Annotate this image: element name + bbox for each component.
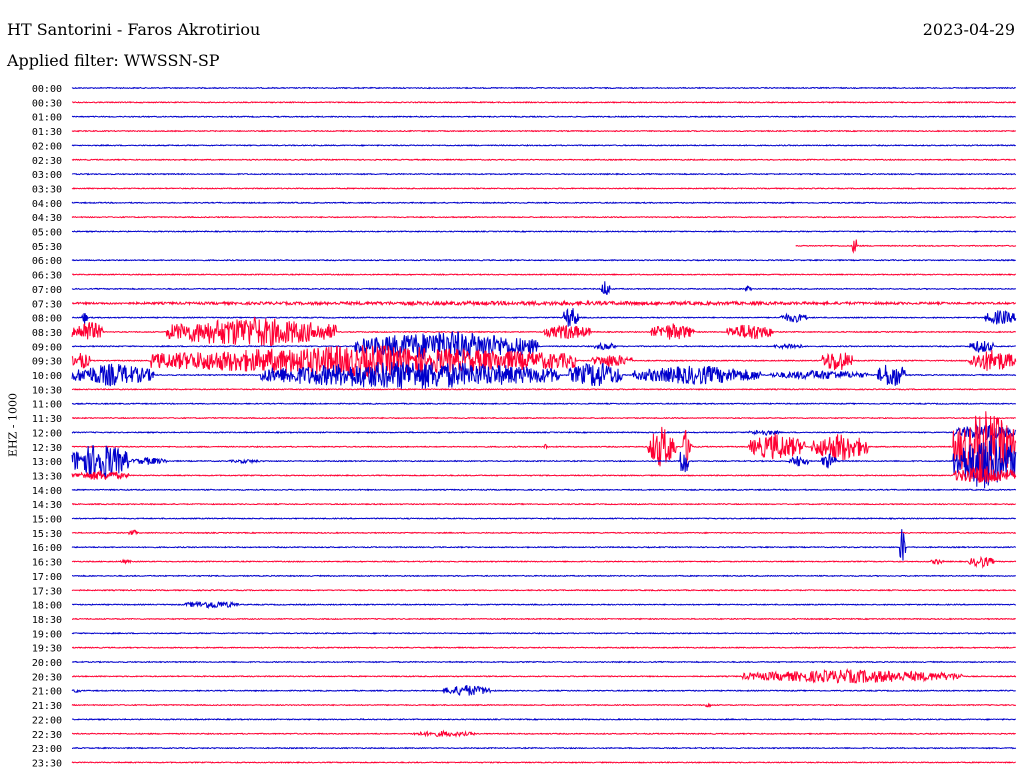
seismic-trace-row (71, 646, 1016, 650)
seismic-trace-row (71, 230, 1017, 233)
time-label: 16:30 (32, 558, 62, 569)
seismic-trace-row (71, 143, 1016, 147)
seismic-trace-row (71, 435, 1017, 489)
time-label: 02:00 (32, 141, 62, 152)
seismic-trace-row (71, 631, 1017, 635)
seismic-trace-row (71, 316, 1017, 347)
time-label: 16:00 (32, 543, 62, 554)
time-label: 01:00 (32, 113, 62, 124)
seismic-trace-row (71, 258, 1016, 262)
seismic-trace-row (71, 466, 1017, 483)
time-label: 22:00 (32, 715, 62, 726)
time-label: 20:00 (32, 658, 62, 669)
seismic-trace-row (71, 529, 1017, 536)
time-label: 19:30 (32, 644, 62, 655)
time-label: 18:30 (32, 615, 62, 626)
seismic-trace-row (71, 416, 1016, 420)
seismic-trace-row (71, 717, 1016, 721)
time-label: 01:30 (32, 127, 62, 138)
seismic-trace-row (71, 215, 1016, 219)
time-label: 14:00 (32, 486, 62, 497)
time-label: 10:30 (32, 385, 62, 396)
time-label: 11:00 (32, 400, 62, 411)
seismic-trace-row (71, 402, 1017, 406)
seismic-trace-row (71, 201, 1017, 205)
time-label: 02:30 (32, 156, 62, 167)
seismic-trace-row (71, 729, 1016, 738)
time-label: 03:30 (32, 184, 62, 195)
time-label: 21:00 (32, 687, 62, 698)
seismic-trace-row (71, 187, 1017, 190)
seismic-trace-row (71, 660, 1017, 664)
time-label: 08:30 (32, 328, 62, 339)
time-label: 13:00 (32, 457, 62, 468)
time-label: 05:00 (32, 228, 62, 239)
time-label: 09:00 (32, 342, 62, 353)
seismic-trace-row (71, 115, 1016, 119)
seismic-trace-row (71, 702, 1017, 708)
time-label: 07:00 (32, 285, 62, 296)
time-label: 06:30 (32, 271, 62, 282)
time-label: 05:30 (32, 242, 62, 253)
seismic-trace-row (71, 172, 1016, 176)
seismic-trace-row (71, 273, 1016, 276)
time-labels: 00:00 00:30 01:00 01:30 02:00 02:30 03:00 03:30… (32, 84, 62, 769)
time-label: 15:00 (32, 515, 62, 526)
time-label: 04:30 (32, 213, 62, 224)
seismic-trace-row (795, 239, 1017, 254)
time-label: 08:00 (32, 314, 62, 325)
seismic-trace-row (71, 308, 1017, 327)
time-label: 00:00 (32, 84, 62, 95)
seismic-trace-row (71, 86, 1016, 90)
seismic-trace-row (71, 761, 1016, 764)
seismic-trace-row (72, 502, 1016, 506)
time-label: 06:00 (32, 256, 62, 267)
time-label: 07:30 (32, 299, 62, 310)
time-label: 09:30 (32, 357, 62, 368)
seismic-trace-row (71, 281, 1017, 295)
seismic-trace-row (71, 746, 1017, 750)
time-label: 22:30 (32, 730, 62, 741)
time-label: 17:00 (32, 572, 62, 583)
seismic-trace-row (71, 588, 1017, 592)
time-label: 23:00 (32, 744, 62, 755)
seismic-trace-row (71, 517, 1016, 520)
helicorder-plot: 00:00 00:30 01:00 01:30 02:00 02:30 03:00 03:30… (32, 84, 1017, 769)
time-label: 23:30 (32, 758, 62, 769)
time-label: 10:00 (32, 371, 62, 382)
seismic-trace-row (71, 423, 1017, 441)
seismic-traces (71, 86, 1017, 764)
seismic-trace-row (71, 129, 1017, 133)
seismic-trace-row (71, 411, 1017, 483)
seismic-trace-row (71, 529, 1017, 561)
seismic-trace-row (72, 299, 1017, 307)
seismic-trace-row (71, 488, 1017, 492)
time-label: 13:30 (32, 471, 62, 482)
time-label: 20:30 (32, 672, 62, 683)
seismic-trace-row (71, 555, 1017, 569)
time-label: 04:00 (32, 199, 62, 210)
time-label: 12:00 (32, 428, 62, 439)
seismic-trace-row (71, 600, 1017, 610)
seismic-trace-row (71, 684, 1016, 696)
time-label: 00:30 (32, 98, 62, 109)
seismic-trace-row (72, 574, 1017, 578)
seismic-trace-row (71, 158, 1016, 162)
time-label: 14:30 (32, 500, 62, 511)
time-label: 15:30 (32, 529, 62, 540)
time-label: 21:30 (32, 701, 62, 712)
time-label: 17:30 (32, 586, 62, 597)
time-label: 12:30 (32, 443, 62, 454)
seismic-trace-row (72, 101, 1017, 104)
seismic-trace-row (71, 668, 1017, 684)
time-label: 18:00 (32, 601, 62, 612)
seismic-trace-row (72, 617, 1016, 621)
time-label: 03:00 (32, 170, 62, 181)
seismic-trace-row (71, 387, 1016, 391)
time-label: 11:30 (32, 414, 62, 425)
time-label: 19:00 (32, 629, 62, 640)
